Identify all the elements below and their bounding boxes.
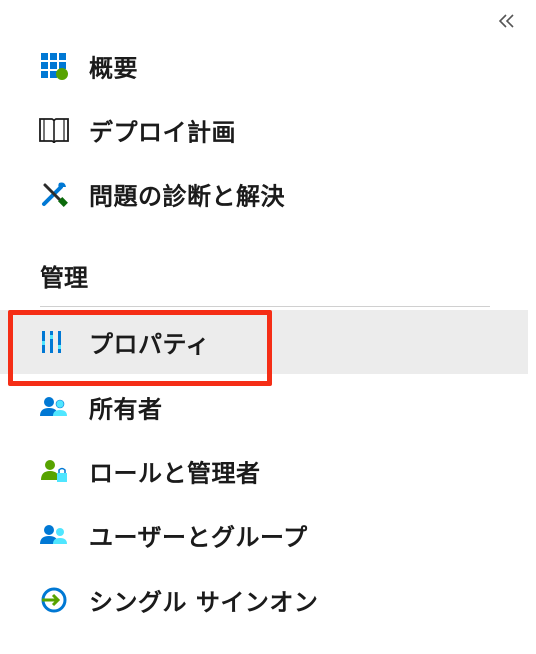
overview-grid-icon <box>38 50 70 82</box>
nav-item-owners[interactable]: 所有者 <box>0 375 528 439</box>
nav-item-label: ユーザーとグループ <box>89 523 308 552</box>
book-icon <box>38 114 70 146</box>
nav-item-label: 所有者 <box>89 395 163 424</box>
nav-item-label: プロパティ <box>89 330 211 359</box>
section-divider <box>40 306 490 307</box>
double-chevron-left-icon <box>498 14 514 28</box>
nav-item-label: 問題の診断と解決 <box>89 182 285 211</box>
role-admin-icon <box>38 455 70 487</box>
nav-item-roles-admins[interactable]: ロールと管理者 <box>0 439 528 503</box>
properties-bars-icon <box>38 326 70 358</box>
side-navigation: 概要 デプロイ計画 問題の診断と解決 管理 プロパティ 所有者 ロールと管理者 … <box>0 0 536 654</box>
owners-people-icon <box>38 391 70 423</box>
nav-item-deploy-plan[interactable]: デプロイ計画 <box>0 98 528 162</box>
nav-item-label: ロールと管理者 <box>89 459 261 488</box>
users-groups-icon <box>38 519 70 551</box>
nav-item-label: シングル サインオン <box>89 588 319 617</box>
nav-item-users-groups[interactable]: ユーザーとグループ <box>0 503 528 567</box>
collapse-menu-button[interactable] <box>494 10 520 32</box>
single-sign-on-icon <box>38 584 70 616</box>
nav-item-single-sign-on[interactable]: シングル サインオン <box>0 568 528 632</box>
nav-item-properties[interactable]: プロパティ <box>0 310 528 374</box>
nav-item-overview[interactable]: 概要 <box>0 34 528 98</box>
wrench-screwdriver-icon <box>38 178 70 210</box>
nav-item-label: デプロイ計画 <box>89 118 236 147</box>
section-header-manage: 管理 <box>40 264 88 292</box>
nav-item-partial <box>89 640 129 654</box>
nav-item-label: 概要 <box>89 54 138 83</box>
nav-item-diagnose-solve[interactable]: 問題の診断と解決 <box>0 162 528 226</box>
